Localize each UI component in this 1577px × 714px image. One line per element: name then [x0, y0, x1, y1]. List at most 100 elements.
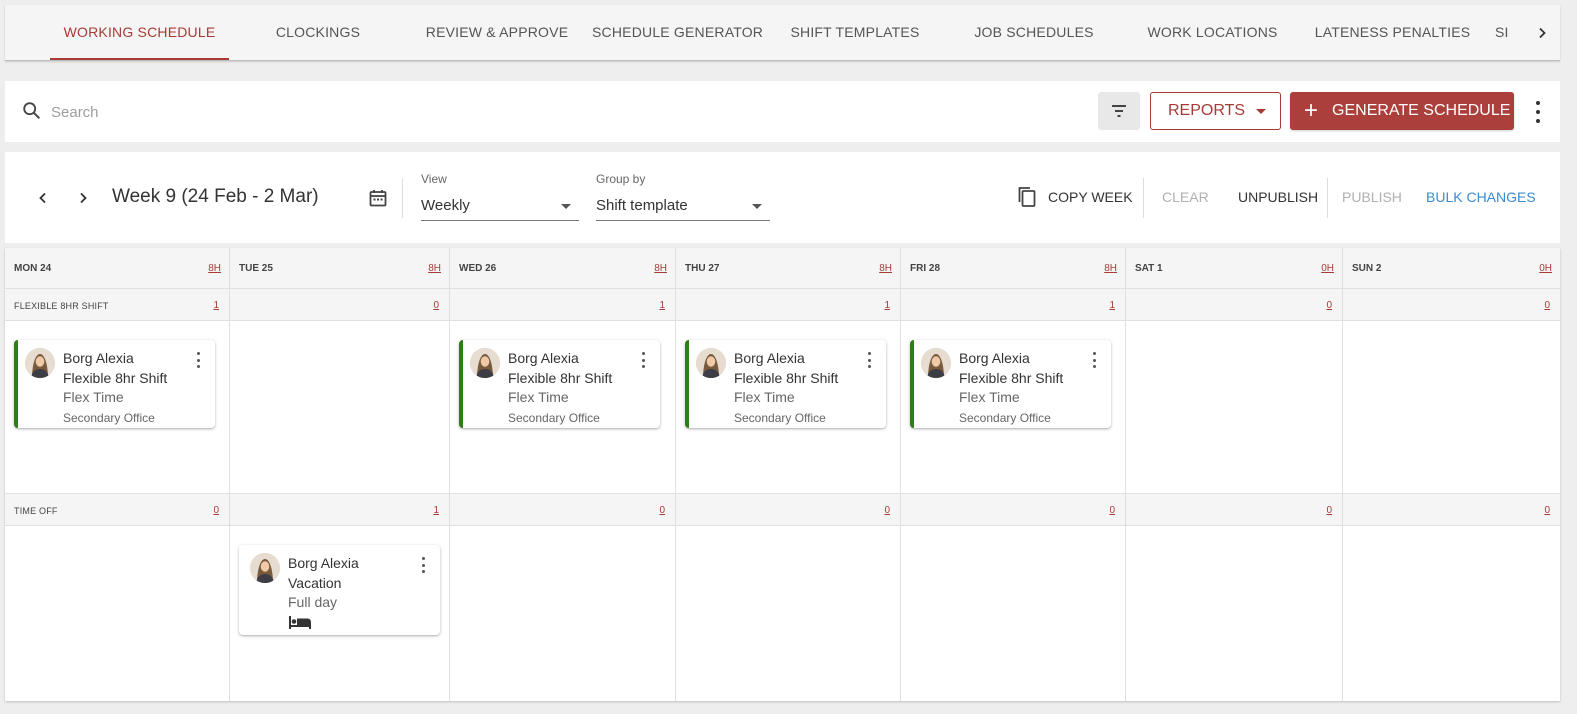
day-label: Tue 25: [239, 263, 273, 274]
tab-shift-templates[interactable]: Shift Templates: [776, 5, 934, 60]
group-row-time-off: 0: [450, 493, 675, 526]
group-row-flex: 0: [1126, 288, 1342, 321]
calendar-icon[interactable]: [368, 188, 388, 208]
group-count-link[interactable]: 0: [433, 300, 439, 311]
previous-week-button[interactable]: [33, 188, 53, 208]
clear-button[interactable]: Clear: [1162, 189, 1209, 205]
shift-card[interactable]: Borg Alexia Flexible 8hr Shift Flex Time…: [459, 340, 660, 428]
group-count-link[interactable]: 0: [1326, 300, 1332, 311]
search-bar: Reports + Generate Schedule: [5, 81, 1560, 142]
day-column-thu: Thu 27 8H 1 Borg Alexia Flexible 8hr Shi…: [676, 248, 901, 701]
plus-icon: +: [1304, 97, 1319, 124]
shift-card[interactable]: Borg Alexia Flexible 8hr Shift Flex Time…: [910, 340, 1111, 428]
group-count-link[interactable]: 0: [1326, 505, 1332, 516]
group-by-select[interactable]: Group by Shift template: [596, 172, 770, 221]
tab-lateness-penalties[interactable]: Lateness Penalties: [1310, 5, 1475, 60]
day-hours-link[interactable]: 8H: [654, 263, 667, 274]
group-row-time-off: 0: [1126, 493, 1342, 526]
shift-subtype: Flex Time: [734, 389, 795, 405]
tab-schedule-generator[interactable]: Schedule Generator: [592, 5, 763, 60]
shift-location: Secondary Office: [959, 411, 1051, 425]
day-label: Mon 24: [14, 263, 52, 274]
bulk-changes-button[interactable]: Bulk Changes: [1426, 189, 1536, 205]
divider: [1327, 178, 1328, 218]
group-row-time-off: 0: [1343, 493, 1560, 526]
day-hours-link[interactable]: 8H: [1104, 263, 1117, 274]
day-header: Thu 27 8H: [676, 248, 900, 289]
group-by-label: Group by: [596, 172, 646, 186]
card-menu-button[interactable]: [866, 352, 872, 368]
shift-type: Flexible 8hr Shift: [508, 370, 613, 386]
employee-name: Borg Alexia: [959, 350, 1030, 366]
copy-icon: [1018, 187, 1036, 207]
tab-review-approve[interactable]: Review & Approve: [417, 5, 577, 60]
group-count-link[interactable]: 0: [1544, 300, 1550, 311]
generate-schedule-label: Generate Schedule: [1332, 102, 1511, 119]
time-off-type: Vacation: [288, 575, 342, 591]
search-input[interactable]: [51, 97, 651, 127]
group-count-link[interactable]: 0: [659, 505, 665, 516]
day-hours-link[interactable]: 0H: [1539, 263, 1552, 274]
unpublish-button[interactable]: Unpublish: [1238, 189, 1318, 205]
day-hours-link[interactable]: 8H: [208, 263, 221, 274]
shift-type: Flexible 8hr Shift: [734, 370, 839, 386]
shift-card[interactable]: Borg Alexia Flexible 8hr Shift Flex Time…: [685, 340, 886, 428]
day-column-fri: Fri 28 8H 1 Borg Alexia Flexible 8hr Shi…: [901, 248, 1126, 701]
generate-schedule-button[interactable]: + Generate Schedule: [1290, 92, 1514, 130]
group-count-link[interactable]: 1: [884, 300, 890, 311]
shift-type: Flexible 8hr Shift: [63, 370, 168, 386]
next-week-button[interactable]: [73, 188, 93, 208]
shift-type: Flexible 8hr Shift: [959, 370, 1064, 386]
group-count-link[interactable]: 0: [1109, 505, 1115, 516]
more-options-button[interactable]: [1530, 99, 1546, 125]
group-row-time-off: Time Off 0: [5, 493, 229, 526]
card-menu-button[interactable]: [420, 557, 426, 573]
employee-name: Borg Alexia: [288, 555, 359, 571]
avatar: [696, 348, 726, 378]
reports-button[interactable]: Reports: [1150, 92, 1281, 130]
day-column-sat: Sat 1 0H 0 0: [1126, 248, 1343, 701]
day-hours-link[interactable]: 8H: [879, 263, 892, 274]
copy-week-button[interactable]: Copy Week: [1048, 189, 1133, 205]
group-count-link[interactable]: 0: [1544, 505, 1550, 516]
group-row-flex: 1: [450, 288, 675, 321]
time-off-card[interactable]: Borg Alexia Vacation Full day: [239, 545, 440, 635]
shift-card[interactable]: Borg Alexia Flexible 8hr Shift Flex Time…: [14, 340, 215, 428]
tab-working-schedule[interactable]: Working Schedule: [50, 5, 229, 60]
shift-location: Secondary Office: [734, 411, 826, 425]
week-title: Week 9 (24 Feb - 2 Mar): [112, 186, 319, 207]
card-menu-button[interactable]: [195, 352, 201, 368]
group-row-time-off: 0: [901, 493, 1125, 526]
day-hours-link[interactable]: 0H: [1321, 263, 1334, 274]
schedule-grid: Mon 24 8H Flexible 8hr shift 1 Borg Alex…: [5, 248, 1560, 701]
tab-clockings[interactable]: Clockings: [245, 5, 391, 60]
group-row-time-off: 1: [230, 493, 449, 526]
card-menu-button[interactable]: [640, 352, 646, 368]
tab-work-locations[interactable]: Work Locations: [1135, 5, 1290, 60]
tabs-scroll-right-button[interactable]: [1524, 5, 1560, 60]
publish-button[interactable]: Publish: [1342, 189, 1402, 205]
day-label: Wed 26: [459, 263, 497, 274]
employee-name: Borg Alexia: [63, 350, 134, 366]
tab-job-schedules[interactable]: Job Schedules: [960, 5, 1108, 60]
group-count-link[interactable]: 1: [433, 505, 439, 516]
group-count-link[interactable]: 1: [659, 300, 665, 311]
group-count-link[interactable]: 1: [1109, 300, 1115, 311]
view-select[interactable]: View Weekly: [421, 172, 579, 221]
day-label: Thu 27: [685, 263, 720, 274]
group-row-time-off: 0: [676, 493, 900, 526]
day-label: Fri 28: [910, 263, 941, 274]
filter-icon: [1112, 105, 1126, 117]
divider: [1143, 178, 1144, 218]
card-menu-button[interactable]: [1091, 352, 1097, 368]
group-count-link[interactable]: 0: [213, 505, 219, 516]
caret-down-icon: [561, 204, 571, 209]
day-hours-link[interactable]: 8H: [428, 263, 441, 274]
group-count-link[interactable]: 0: [884, 505, 890, 516]
employee-name: Borg Alexia: [508, 350, 579, 366]
filter-button[interactable]: [1098, 92, 1140, 130]
group-count-link[interactable]: 1: [213, 300, 219, 311]
view-label: View: [421, 172, 447, 186]
day-column-sun: Sun 2 0H 0 0: [1343, 248, 1560, 701]
day-label: Sun 2: [1352, 263, 1382, 274]
